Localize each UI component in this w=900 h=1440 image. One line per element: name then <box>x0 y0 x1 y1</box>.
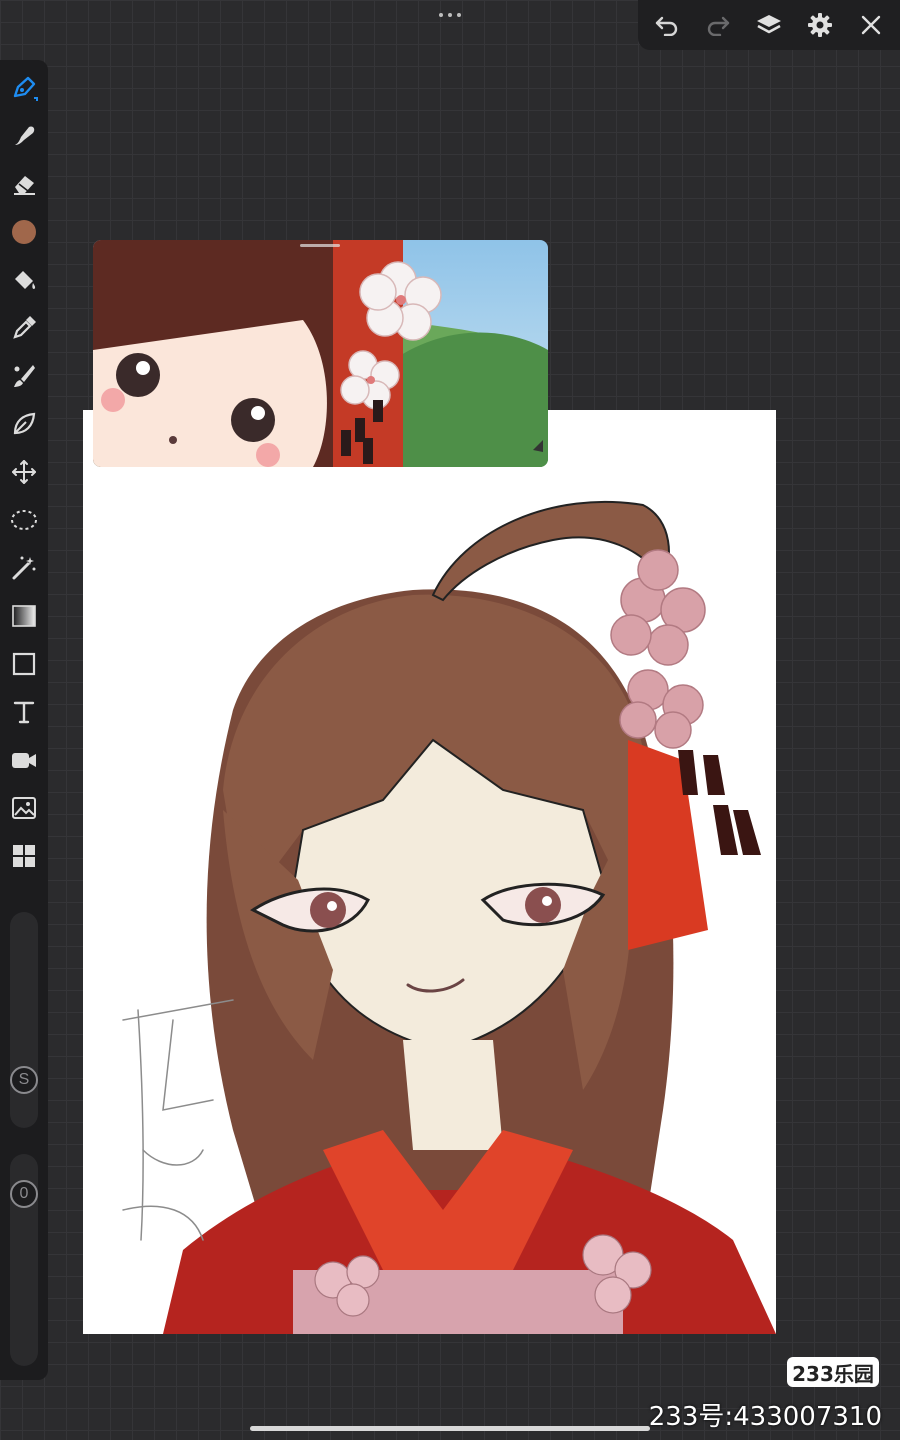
eraser-icon <box>14 176 35 195</box>
current-color-dot <box>12 220 36 244</box>
eraser-tool[interactable] <box>6 166 42 202</box>
drawing-canvas[interactable] <box>83 410 776 1334</box>
character-drawing <box>122 500 776 1334</box>
brush-tool[interactable] <box>6 70 42 106</box>
gear-icon <box>807 13 832 37</box>
eyedropper-icon <box>13 316 36 339</box>
video-camera-icon <box>12 753 36 768</box>
eyedropper-tool[interactable] <box>6 310 42 346</box>
watermark-id: 233号:433007310 <box>648 1402 882 1432</box>
redo-button[interactable] <box>698 5 738 45</box>
brush-size-slider[interactable] <box>10 912 38 1128</box>
text-icon <box>13 701 35 724</box>
lasso-icon <box>11 510 37 530</box>
more-options-handle[interactable] <box>430 6 470 24</box>
color-swatch[interactable] <box>6 214 42 250</box>
opacity-knob[interactable]: 0 <box>10 1180 38 1208</box>
gradient-icon <box>12 605 36 627</box>
layers-icon <box>756 15 781 34</box>
layout-tool[interactable] <box>6 838 42 874</box>
home-indicator[interactable] <box>250 1426 650 1431</box>
transform-tool[interactable] <box>6 454 42 490</box>
brush-size-label: S <box>18 1071 30 1088</box>
image-icon <box>12 797 36 819</box>
leaf-icon <box>13 412 36 435</box>
brush-size-knob[interactable]: S <box>10 1066 38 1094</box>
magic-wand-icon <box>12 556 36 580</box>
image-tool[interactable] <box>6 790 42 826</box>
grid-layout-icon <box>13 845 35 867</box>
redo-icon <box>708 16 730 36</box>
paint-bucket-icon <box>15 271 36 289</box>
move-arrows-icon <box>12 460 36 484</box>
liquify-tool[interactable] <box>6 406 42 442</box>
settings-button[interactable] <box>800 5 840 45</box>
undo-icon <box>656 16 678 36</box>
brush-icon <box>14 365 35 387</box>
opacity-label: 0 <box>19 1185 29 1202</box>
close-icon <box>861 15 880 35</box>
fill-tool[interactable] <box>6 262 42 298</box>
smudge-tool[interactable] <box>6 118 42 154</box>
gradient-tool[interactable] <box>6 598 42 634</box>
rectangle-icon <box>12 652 36 676</box>
lasso-tool[interactable] <box>6 502 42 538</box>
close-button[interactable] <box>851 5 891 45</box>
top-toolbar <box>638 0 900 50</box>
undo-button[interactable] <box>647 5 687 45</box>
magic-wand-tool[interactable] <box>6 550 42 586</box>
reference-window[interactable] <box>93 240 548 467</box>
reference-image <box>93 240 548 467</box>
tool-sidebar: S 0 <box>0 60 48 1380</box>
video-tool[interactable] <box>6 742 42 778</box>
reference-drag-handle[interactable] <box>300 244 340 247</box>
watermark-logo: 233乐园 <box>787 1357 879 1387</box>
text-tool[interactable] <box>6 694 42 730</box>
pen-icon <box>13 76 38 101</box>
mixer-brush-tool[interactable] <box>6 358 42 394</box>
shape-tool[interactable] <box>6 646 42 682</box>
smudge-icon <box>15 126 35 145</box>
layers-button[interactable] <box>749 5 789 45</box>
